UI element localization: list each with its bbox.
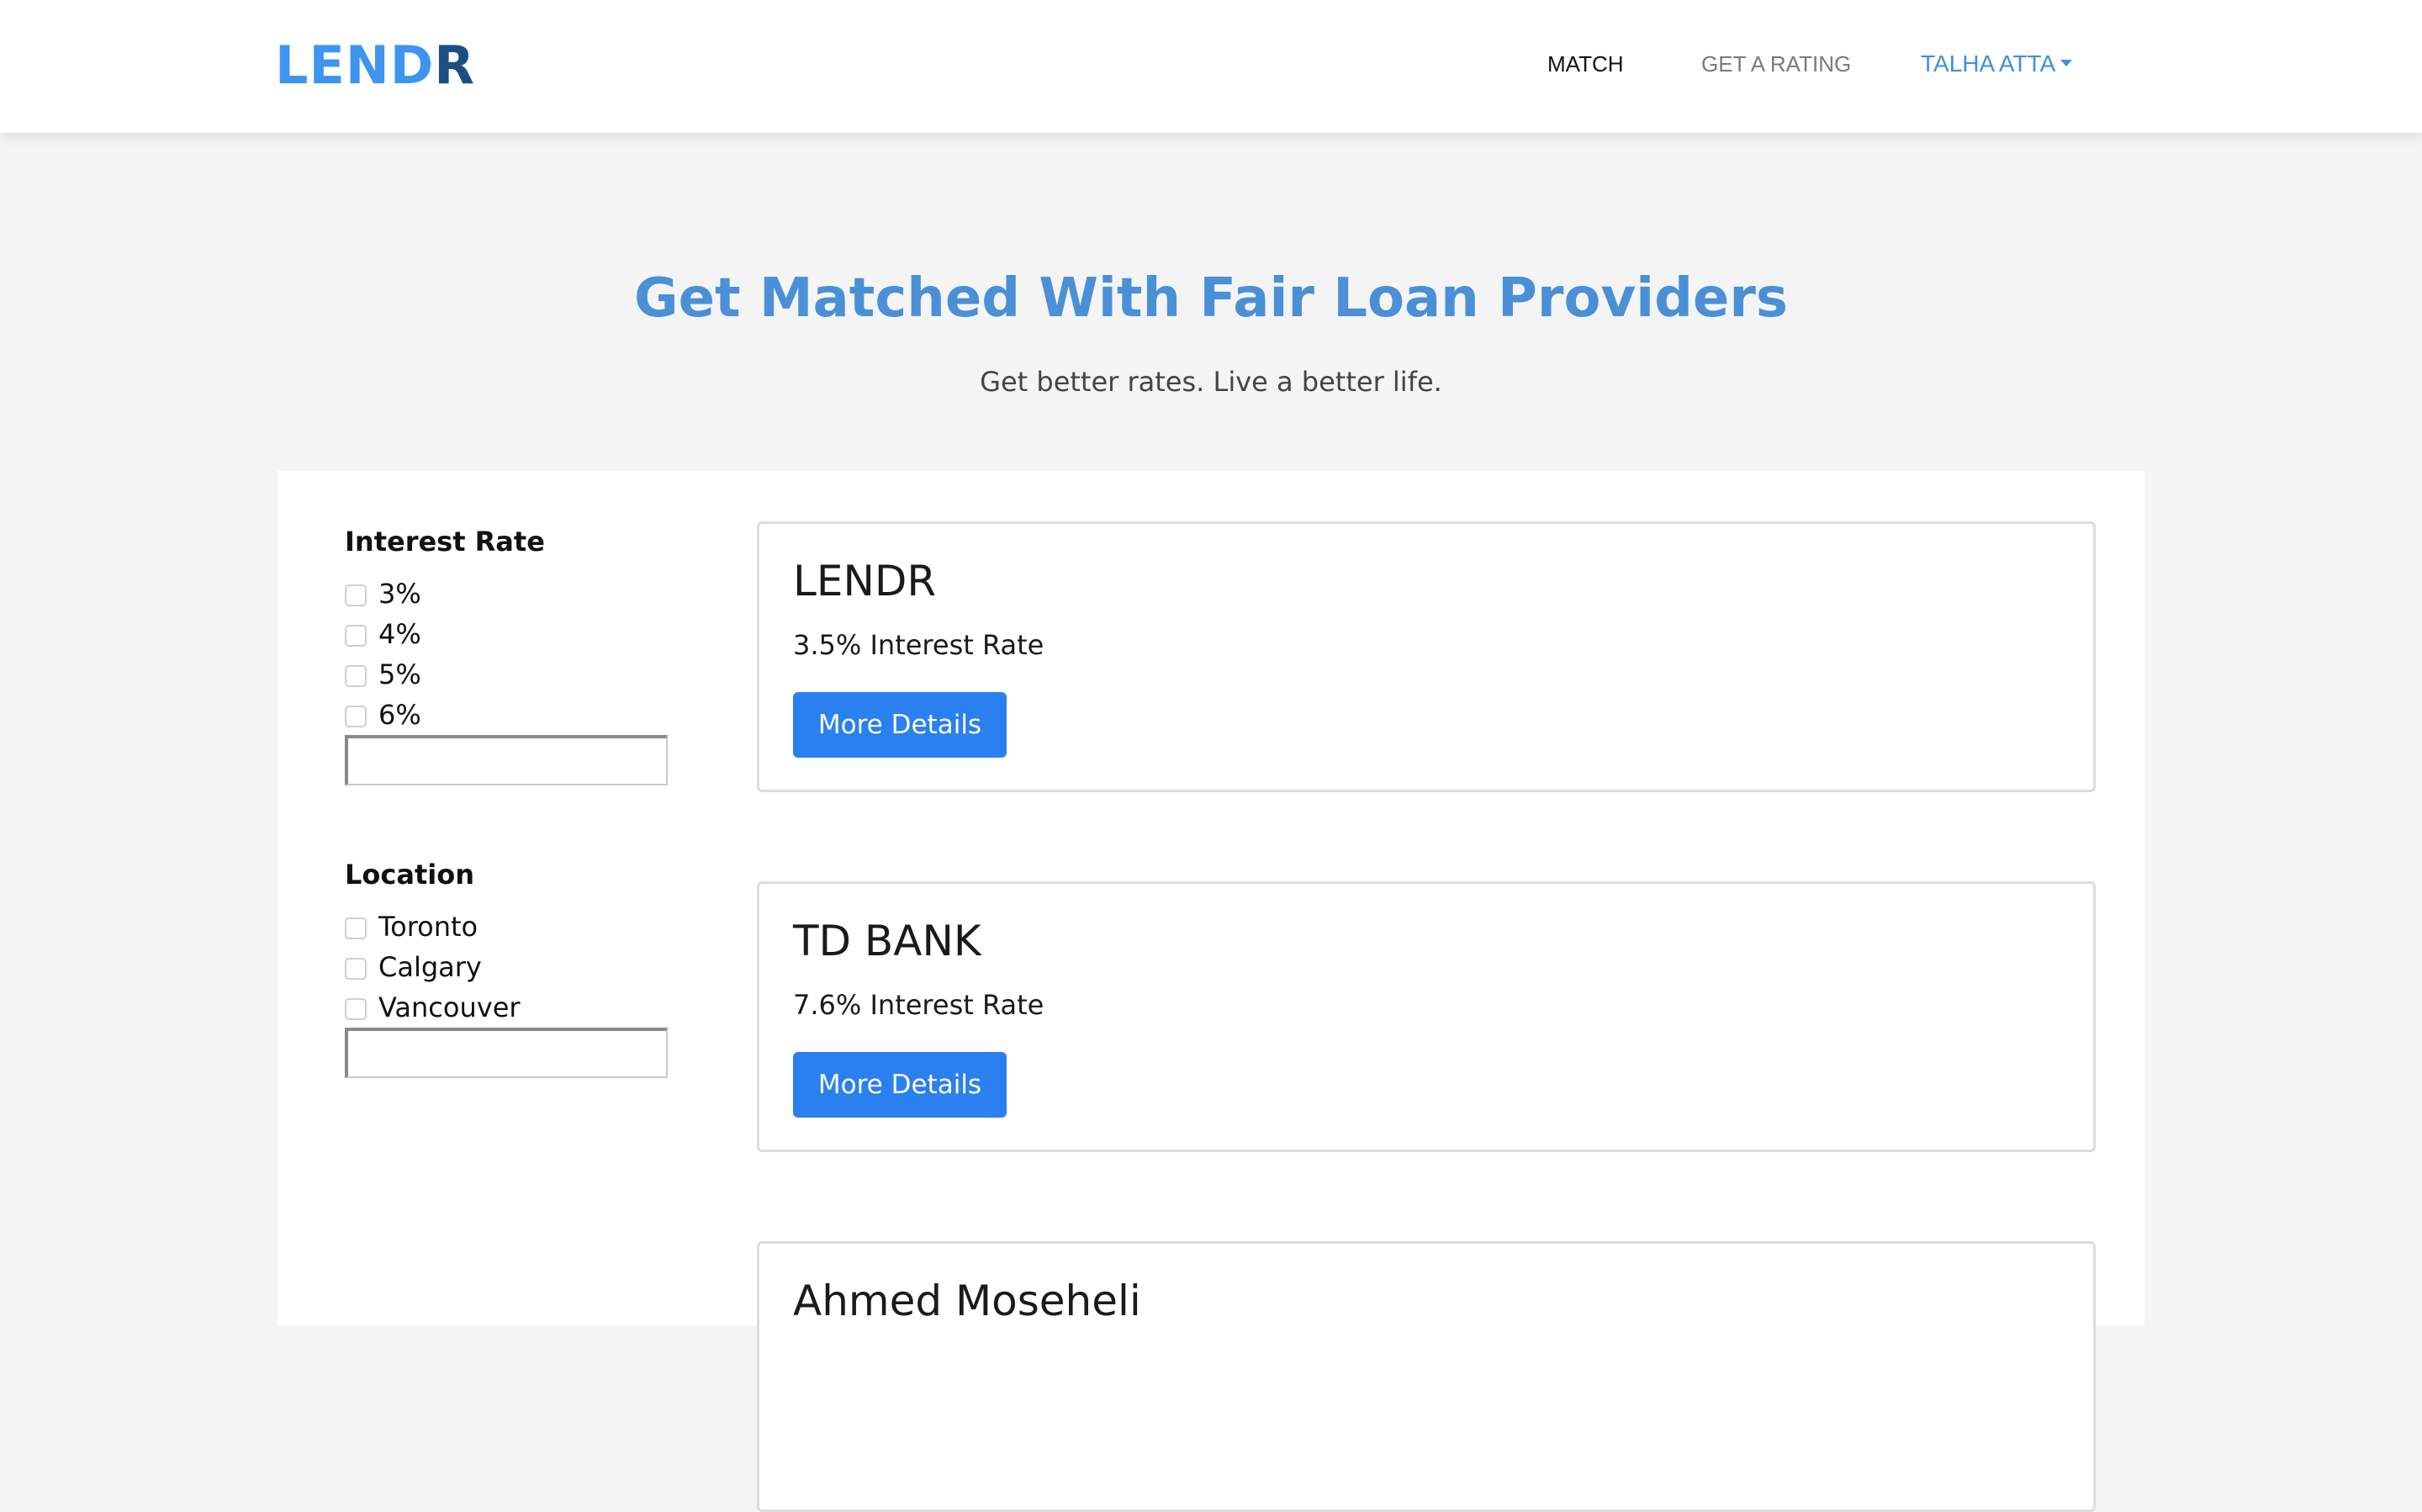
checkbox[interactable] [345, 998, 367, 1020]
lender-name: Ahmed Moseheli [793, 1277, 1141, 1325]
interest-option-3[interactable]: 3% [345, 574, 681, 614]
lender-name: LENDR [793, 557, 937, 605]
option-label: 5% [378, 658, 421, 690]
location-input[interactable] [345, 1028, 668, 1078]
interest-rate-filter: Interest Rate 3% 4% 5% 6% [345, 521, 681, 785]
option-label: Toronto [378, 911, 479, 943]
checkbox[interactable] [345, 917, 367, 939]
location-option-toronto[interactable]: Toronto [345, 907, 681, 947]
user-menu-dropdown[interactable]: TALHA ATTA [1921, 50, 2073, 77]
logo[interactable]: LENDR [275, 32, 475, 99]
nav-link-get-a-rating[interactable]: GET A RATING [1701, 50, 1851, 77]
lender-name: TD BANK [793, 917, 981, 965]
lender-interest-rate: 7.6% Interest Rate [793, 989, 1044, 1021]
nav-link-match[interactable]: MATCH [1547, 50, 1624, 77]
interest-option-5[interactable]: 5% [345, 654, 681, 695]
more-details-button[interactable]: More Details [793, 1052, 1007, 1118]
option-label: 6% [378, 699, 421, 731]
interest-rate-filter-title: Interest Rate [345, 526, 545, 558]
interest-option-4[interactable]: 4% [345, 614, 681, 654]
page-subtitle: Get better rates. Live a better life. [980, 366, 1442, 398]
checkbox[interactable] [345, 665, 367, 687]
option-label: 3% [378, 578, 421, 610]
location-option-vancouver[interactable]: Vancouver [345, 987, 681, 1028]
checkbox[interactable] [345, 584, 367, 606]
more-details-button[interactable]: More Details [793, 692, 1007, 758]
lender-card: LENDR 3.5% Interest Rate More Details [757, 521, 2096, 792]
location-filter: Location Toronto Calgary Vancouver [345, 854, 681, 1078]
location-option-calgary[interactable]: Calgary [345, 947, 681, 987]
navbar: LENDR MATCH GET A RATING TALHA ATTA [0, 0, 2422, 133]
caret-down-icon [2060, 60, 2073, 66]
user-name: TALHA ATTA [1921, 50, 2056, 77]
option-label: Calgary [378, 951, 482, 983]
logo-part-r: R [434, 34, 475, 96]
match-panel: Interest Rate 3% 4% 5% 6% Location Toron… [278, 471, 2144, 1512]
interest-option-6[interactable]: 6% [345, 695, 681, 735]
lender-interest-rate: 3.5% Interest Rate [793, 629, 1044, 661]
logo-part-lend: LEND [275, 34, 435, 96]
checkbox[interactable] [345, 958, 367, 980]
checkbox[interactable] [345, 625, 367, 647]
lender-card: TD BANK 7.6% Interest Rate More Details [757, 881, 2096, 1152]
checkbox[interactable] [345, 706, 367, 727]
lender-card: Ahmed Moseheli [757, 1241, 2096, 1512]
option-label: 4% [378, 618, 421, 650]
location-filter-title: Location [345, 859, 474, 891]
option-label: Vancouver [378, 991, 521, 1023]
page-title: Get Matched With Fair Loan Providers [634, 267, 1788, 330]
interest-rate-input[interactable] [345, 735, 668, 785]
